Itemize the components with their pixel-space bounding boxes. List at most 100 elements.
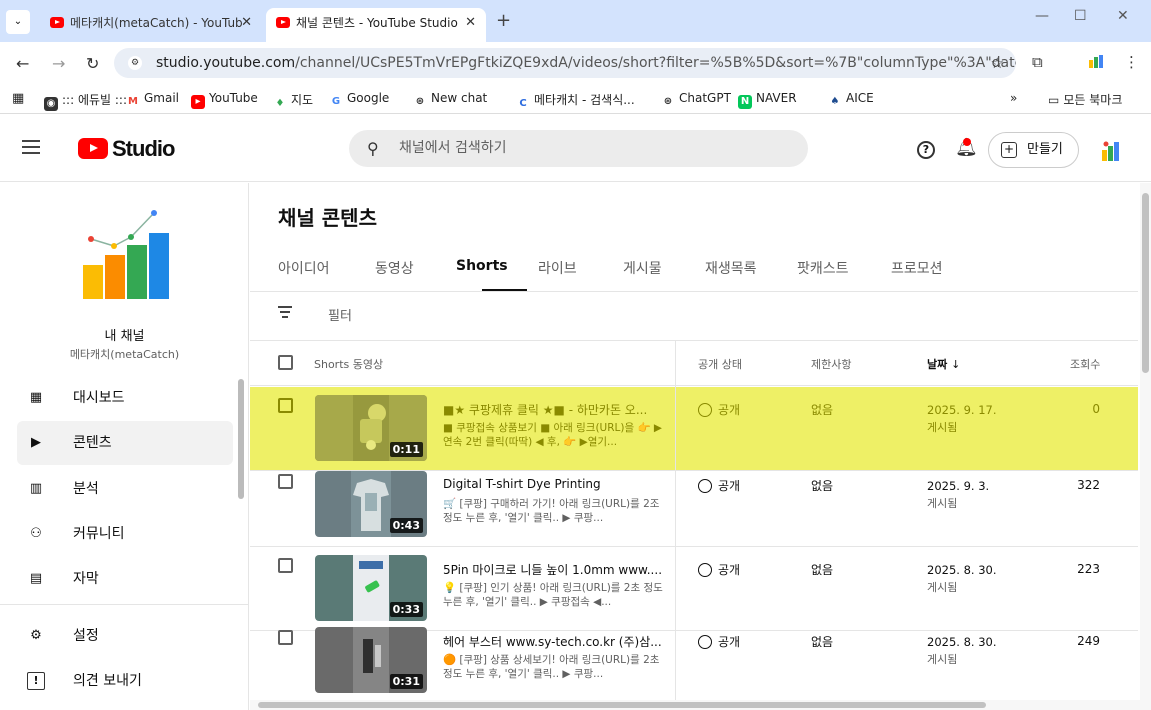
views-count: 249 xyxy=(1077,634,1100,648)
col-date[interactable]: 날짜 ↓ xyxy=(927,356,960,372)
views-count: 0 xyxy=(1092,402,1100,416)
forward-arrow-icon[interactable]: → xyxy=(52,54,65,73)
maps-pin-icon: ♦ xyxy=(273,97,287,111)
bookmark-item[interactable]: M Gmail xyxy=(126,91,179,109)
table-row[interactable]: 0:31 헤어 부스터 www.sy-tech.co.kr (주)삼... 🟠 … xyxy=(250,619,1138,703)
bookmark-item[interactable]: ◉::: 에듀빌 ::: xyxy=(44,91,127,111)
row-checkbox[interactable] xyxy=(278,630,293,645)
bookmark-item[interactable]: N NAVER xyxy=(738,91,797,109)
video-thumbnail[interactable]: 0:31 xyxy=(315,627,427,693)
subtitles-icon: ▤ xyxy=(29,571,43,586)
bookmark-star-icon[interactable]: ☆ xyxy=(991,48,1004,78)
tab-search-chevron-icon[interactable]: ⌄ xyxy=(6,10,30,34)
visibility-status[interactable]: 공개 xyxy=(698,477,740,494)
bookmark-item[interactable]: G Google xyxy=(329,91,389,109)
table-row[interactable]: 0:43 Digital T-shirt Dye Printing 🛒 [쿠팡]… xyxy=(250,463,1138,547)
channel-avatar[interactable] xyxy=(76,203,176,303)
video-thumbnail[interactable]: 0:33 xyxy=(315,555,427,621)
address-bar[interactable]: ⚙ studio.youtube.com/channel/UCsPE5TmVrE… xyxy=(114,48,1016,78)
views-count: 223 xyxy=(1077,562,1100,576)
youtube-favicon-icon xyxy=(50,17,64,28)
window-close-icon[interactable]: ✕ xyxy=(1117,8,1129,24)
sidebar-item-subtitles[interactable]: ▤ 자막 xyxy=(17,557,233,601)
browser-tab-metacatch[interactable]: 메타캐치(metaCatch) - YouTub ✕ xyxy=(40,8,262,42)
tab-videos[interactable]: 동영상 xyxy=(375,258,414,278)
row-checkbox[interactable] xyxy=(278,474,293,489)
row-checkbox[interactable] xyxy=(278,558,293,573)
visibility-status[interactable]: 공개 xyxy=(698,561,740,578)
tab-close-icon[interactable]: ✕ xyxy=(241,8,252,38)
channel-handle: 메타캐치(metaCatch) xyxy=(69,348,180,361)
account-avatar[interactable] xyxy=(1097,135,1127,165)
bookmark-item[interactable]: ▸ YouTube xyxy=(191,91,258,109)
sidebar-scrollbar[interactable] xyxy=(238,379,244,499)
video-title[interactable]: 헤어 부스터 www.sy-tech.co.kr (주)삼... xyxy=(443,633,667,650)
help-icon[interactable]: ? xyxy=(917,141,935,159)
video-title[interactable]: Digital T-shirt Dye Printing xyxy=(443,477,667,491)
browser-tab-studio[interactable]: 채널 콘텐츠 - YouTube Studio ✕ xyxy=(266,8,486,42)
bookmark-item[interactable]: ⊛ New chat xyxy=(413,91,487,109)
more-bookmarks-button[interactable]: » xyxy=(1010,91,1017,105)
table-row[interactable]: 0:11 ■★ 쿠팡제휴 클릭 ★■ - 하만카돈 오... ■ 쿠팡접속 상품… xyxy=(250,387,1138,471)
tab-playlists[interactable]: 재생목록 xyxy=(705,258,757,278)
all-bookmarks-button[interactable]: ▭ 모든 북마크 xyxy=(1048,91,1122,108)
hamburger-menu-icon[interactable] xyxy=(22,140,40,154)
main-vertical-scrollbar[interactable] xyxy=(1140,183,1151,710)
tab-close-icon[interactable]: ✕ xyxy=(465,8,476,38)
bookmark-item[interactable]: ♠ AICE xyxy=(828,91,874,109)
profile-avatar-icon[interactable] xyxy=(1088,53,1104,73)
maximize-icon[interactable]: ☐ xyxy=(1074,8,1087,24)
minimize-icon[interactable]: — xyxy=(1035,8,1049,24)
video-description: 🛒 [쿠팡] 구매하러 가기! 아래 링크(URL)를 2조 정도 누른 후, … xyxy=(443,498,660,524)
openai-icon: ⊛ xyxy=(661,95,675,109)
sidebar-item-analytics[interactable]: ▥ 분석 xyxy=(17,467,233,511)
browser-menu-icon[interactable]: ⋮ xyxy=(1124,53,1139,71)
tab-posts[interactable]: 게시물 xyxy=(623,258,662,278)
video-title[interactable]: ■★ 쿠팡제휴 클릭 ★■ - 하만카돈 오... xyxy=(443,401,667,418)
filter-icon[interactable] xyxy=(278,306,292,318)
channel-title: 내 채널 xyxy=(104,329,145,344)
new-tab-button[interactable]: + xyxy=(496,8,511,34)
bookmark-item[interactable]: ⊛ ChatGPT xyxy=(661,91,731,109)
back-arrow-icon[interactable]: ← xyxy=(16,54,29,73)
apps-grid-icon[interactable]: ▦ xyxy=(12,91,24,106)
filter-bar[interactable]: 필터 xyxy=(250,292,1138,341)
bookmark-item[interactable]: C 메타캐치 - 검색식... xyxy=(516,91,635,111)
filter-label: 필터 xyxy=(328,309,352,324)
naver-icon: N xyxy=(738,95,752,109)
visibility-status[interactable]: 공개 xyxy=(698,401,740,418)
sidebar-item-label: 의견 보내기 xyxy=(73,673,142,689)
row-checkbox[interactable] xyxy=(278,398,293,413)
date-cell: 2025. 8. 30. 게시됨 xyxy=(927,635,997,666)
folder-icon: ▭ xyxy=(1048,93,1060,107)
scrollbar-thumb[interactable] xyxy=(258,702,986,708)
tab-podcasts[interactable]: 팟캐스트 xyxy=(797,258,849,278)
sidebar-item-dashboard[interactable]: ▦ 대시보드 xyxy=(17,376,233,420)
col-video: Shorts 동영상 xyxy=(314,358,384,371)
bookmark-item[interactable]: ♦ 지도 xyxy=(273,91,313,111)
scrollbar-thumb[interactable] xyxy=(1142,193,1149,373)
main-horizontal-scrollbar[interactable] xyxy=(250,700,1140,710)
extensions-puzzle-icon[interactable]: ⧉ xyxy=(1032,53,1043,71)
create-button[interactable]: + 만들기 xyxy=(988,132,1079,168)
reload-icon[interactable]: ↻ xyxy=(86,54,99,73)
sidebar-item-feedback[interactable]: ! 의견 보내기 xyxy=(17,659,233,703)
sidebar-item-content[interactable]: ▶ 콘텐츠 xyxy=(17,421,233,465)
video-title[interactable]: 5Pin 마이크로 니들 높이 1.0mm www.... xyxy=(443,561,667,578)
sidebar-item-community[interactable]: ⚇ 커뮤니티 xyxy=(17,512,233,556)
search-placeholder: 채널에서 검색하기 xyxy=(399,140,507,156)
tab-promotions[interactable]: 프로모션 xyxy=(891,258,943,278)
video-thumbnail[interactable]: 0:43 xyxy=(315,471,427,537)
tab-shorts[interactable]: Shorts xyxy=(456,258,508,274)
date-cell: 2025. 8. 30. 게시됨 xyxy=(927,563,997,594)
visibility-status[interactable]: 공개 xyxy=(698,633,740,650)
sidebar-item-settings[interactable]: ⚙ 설정 xyxy=(17,614,233,658)
globe-icon xyxy=(698,403,712,417)
video-thumbnail[interactable]: 0:11 xyxy=(315,395,427,461)
select-all-checkbox[interactable] xyxy=(278,355,293,370)
tab-ideas[interactable]: 아이디어 xyxy=(278,258,330,278)
restriction-status: 없음 xyxy=(811,635,834,649)
tab-live[interactable]: 라이브 xyxy=(538,258,577,278)
site-info-icon[interactable]: ⚙ xyxy=(128,56,142,70)
channel-search-input[interactable]: ⚲ 채널에서 검색하기 xyxy=(349,130,808,167)
